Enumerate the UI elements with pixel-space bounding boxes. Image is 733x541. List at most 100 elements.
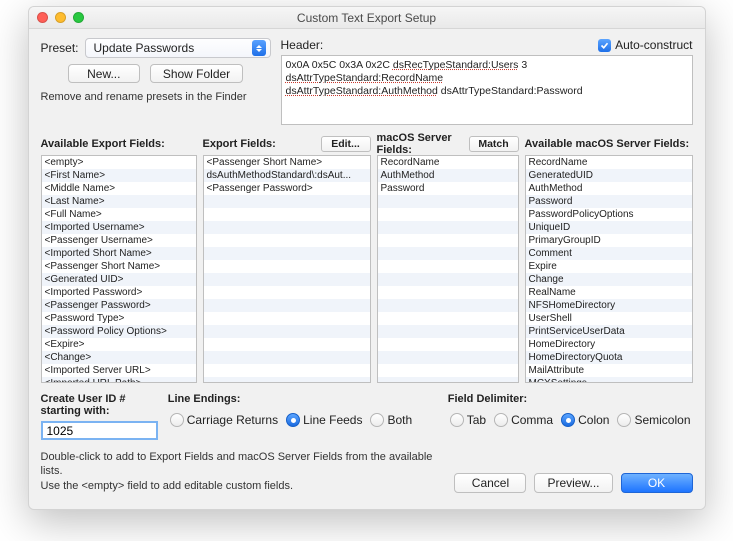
new-preset-button[interactable]: New... (68, 64, 140, 83)
zoom-icon[interactable] (73, 12, 84, 23)
list-item[interactable]: NFSHomeDirectory (526, 299, 692, 312)
preview-button[interactable]: Preview... (534, 473, 612, 493)
edit-button[interactable]: Edit... (321, 136, 371, 152)
list-item[interactable]: Comment (526, 247, 692, 260)
list-item[interactable]: MCXSettings (526, 377, 692, 382)
list-item[interactable] (204, 351, 370, 364)
list-item[interactable]: <empty> (42, 156, 196, 169)
server-fields-list[interactable]: RecordNameAuthMethodPassword (377, 155, 519, 383)
list-item[interactable]: Expire (526, 260, 692, 273)
cancel-button[interactable]: Cancel (454, 473, 526, 493)
scrollbar[interactable] (188, 158, 194, 380)
list-item[interactable]: PrintServiceUserData (526, 325, 692, 338)
list-item[interactable]: Password (526, 195, 692, 208)
list-item[interactable] (204, 364, 370, 377)
list-item[interactable]: HomeDirectoryQuota (526, 351, 692, 364)
list-item[interactable] (204, 286, 370, 299)
list-item[interactable] (204, 260, 370, 273)
list-item[interactable]: <Passenger Password> (42, 299, 196, 312)
list-item[interactable] (378, 325, 518, 338)
available-export-list[interactable]: <empty><First Name><Middle Name><Last Na… (41, 155, 197, 383)
list-item[interactable]: <Imported Username> (42, 221, 196, 234)
list-item[interactable] (378, 351, 518, 364)
list-item[interactable] (378, 247, 518, 260)
list-item[interactable]: RecordName (526, 156, 692, 169)
list-item[interactable] (378, 234, 518, 247)
list-item[interactable]: HomeDirectory (526, 338, 692, 351)
list-item[interactable]: <Change> (42, 351, 196, 364)
close-icon[interactable] (37, 12, 48, 23)
list-item[interactable] (378, 221, 518, 234)
list-item[interactable]: <Expire> (42, 338, 196, 351)
list-item[interactable]: <Passenger Short Name> (204, 156, 370, 169)
list-item[interactable] (378, 312, 518, 325)
list-item[interactable] (378, 273, 518, 286)
list-item[interactable]: <Passenger Password> (204, 182, 370, 195)
list-item[interactable] (204, 273, 370, 286)
ok-button[interactable]: OK (621, 473, 693, 493)
list-item[interactable]: <Middle Name> (42, 182, 196, 195)
list-item[interactable] (378, 377, 518, 382)
match-button[interactable]: Match (469, 136, 519, 152)
list-item[interactable]: <Passenger Short Name> (42, 260, 196, 273)
list-item[interactable] (204, 208, 370, 221)
list-item[interactable]: RealName (526, 286, 692, 299)
radio-semicolon[interactable]: Semicolon (615, 411, 692, 429)
list-item[interactable] (204, 325, 370, 338)
list-item[interactable]: PasswordPolicyOptions (526, 208, 692, 221)
list-item[interactable]: <Imported Server URL> (42, 364, 196, 377)
list-item[interactable] (378, 195, 518, 208)
list-item[interactable]: <Generated UID> (42, 273, 196, 286)
list-item[interactable] (378, 364, 518, 377)
export-fields-list[interactable]: <Passenger Short Name>dsAuthMethodStanda… (203, 155, 371, 383)
list-item[interactable]: <Imported Password> (42, 286, 196, 299)
list-item[interactable] (378, 260, 518, 273)
list-item[interactable]: <Passenger Username> (42, 234, 196, 247)
list-item[interactable] (204, 299, 370, 312)
list-item[interactable]: <First Name> (42, 169, 196, 182)
auto-construct-checkbox[interactable]: Auto-construct (598, 38, 692, 52)
radio-tab[interactable]: Tab (448, 411, 488, 429)
list-item[interactable] (378, 338, 518, 351)
uid-input[interactable] (41, 421, 158, 440)
list-item[interactable]: AuthMethod (378, 169, 518, 182)
list-item[interactable] (204, 338, 370, 351)
list-item[interactable] (378, 208, 518, 221)
list-item[interactable] (204, 247, 370, 260)
list-item[interactable]: dsAuthMethodStandard\:dsAut... (204, 169, 370, 182)
header-textarea[interactable]: 0x0A 0x5C 0x3A 0x2C dsRecTypeStandard:Us… (281, 55, 693, 125)
list-item[interactable] (204, 195, 370, 208)
list-item[interactable]: Password (378, 182, 518, 195)
radio-comma[interactable]: Comma (492, 411, 555, 429)
list-item[interactable] (204, 221, 370, 234)
list-item[interactable]: PrimaryGroupID (526, 234, 692, 247)
list-item[interactable]: <Imported URL Path> (42, 377, 196, 382)
list-item[interactable] (378, 299, 518, 312)
radio-both[interactable]: Both (368, 411, 414, 429)
list-item[interactable]: AuthMethod (526, 182, 692, 195)
minimize-icon[interactable] (55, 12, 66, 23)
list-item[interactable]: <Last Name> (42, 195, 196, 208)
list-item[interactable]: Change (526, 273, 692, 286)
list-item[interactable]: <Imported Short Name> (42, 247, 196, 260)
list-item[interactable] (204, 377, 370, 382)
show-folder-button[interactable]: Show Folder (150, 64, 243, 83)
list-item[interactable]: <Password Type> (42, 312, 196, 325)
list-item[interactable]: <Password Policy Options> (42, 325, 196, 338)
radio-carriage-returns[interactable]: Carriage Returns (168, 411, 280, 429)
list-item[interactable]: <Full Name> (42, 208, 196, 221)
list-item[interactable]: GeneratedUID (526, 169, 692, 182)
list-item[interactable] (378, 286, 518, 299)
scrollbar[interactable] (684, 158, 690, 380)
server-fields-col: macOS Server Fields: Match RecordNameAut… (377, 135, 519, 383)
list-item[interactable]: MailAttribute (526, 364, 692, 377)
radio-colon[interactable]: Colon (559, 411, 611, 429)
list-item[interactable] (204, 234, 370, 247)
list-item[interactable]: RecordName (378, 156, 518, 169)
preset-popup[interactable]: Update Passwords (85, 38, 271, 58)
list-item[interactable]: UniqueID (526, 221, 692, 234)
list-item[interactable]: UserShell (526, 312, 692, 325)
list-item[interactable] (204, 312, 370, 325)
radio-line-feeds[interactable]: Line Feeds (284, 411, 364, 429)
available-server-list[interactable]: RecordNameGeneratedUIDAuthMethodPassword… (525, 155, 693, 383)
